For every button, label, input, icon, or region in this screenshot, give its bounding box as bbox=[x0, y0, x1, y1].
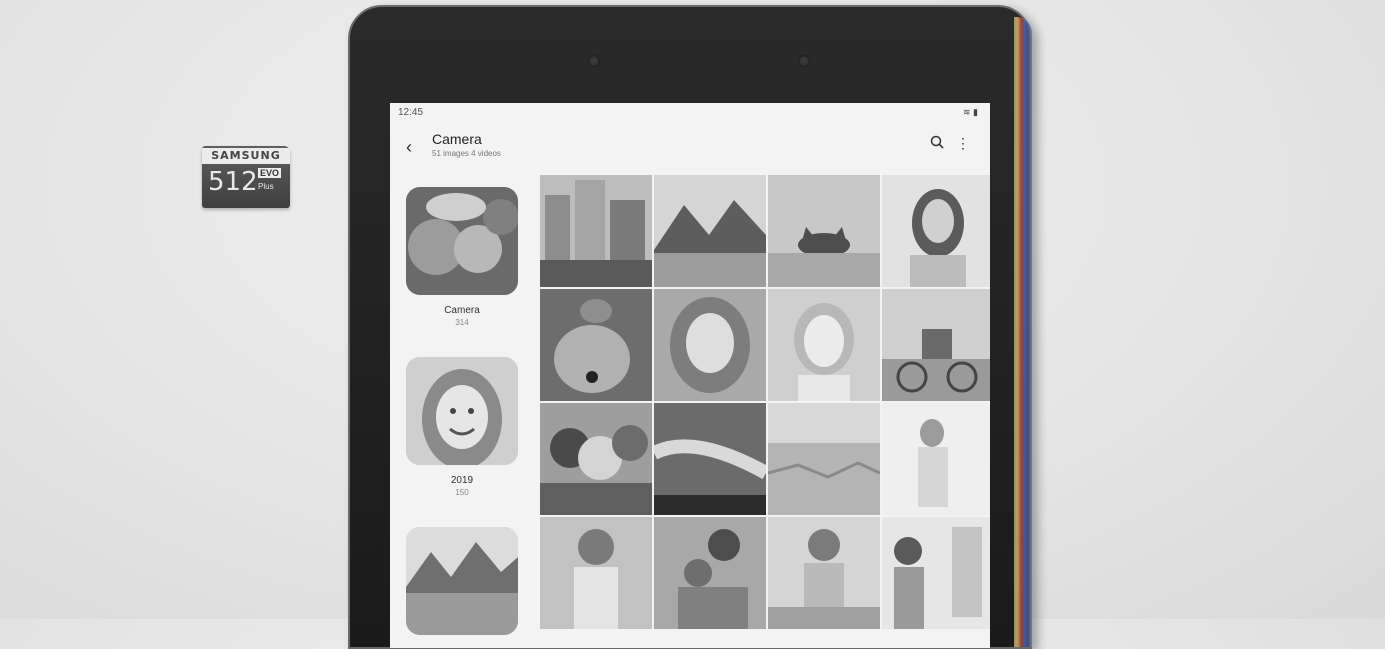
photo-tile[interactable] bbox=[768, 175, 880, 287]
boy-laughing-photo bbox=[540, 517, 652, 629]
mother-child-photo bbox=[654, 517, 766, 629]
girl-photo bbox=[406, 357, 518, 465]
photo-tile[interactable] bbox=[882, 517, 990, 629]
photo-tile[interactable] bbox=[882, 403, 990, 515]
aurora-photo bbox=[654, 403, 766, 515]
album-title: Camera bbox=[432, 131, 482, 147]
friends-selfie-photo bbox=[540, 403, 652, 515]
album-subtitle: 51 images 4 videos bbox=[432, 149, 501, 158]
sdcard-capacity: 512 bbox=[208, 167, 258, 197]
women-window-photo bbox=[882, 517, 990, 629]
sdcard-evo-label: EVO bbox=[258, 168, 282, 178]
status-icons: ≋ ▮ bbox=[963, 107, 978, 118]
photo-tile[interactable] bbox=[882, 175, 990, 287]
girl-beach-photo bbox=[768, 517, 880, 629]
photo-tile[interactable] bbox=[654, 517, 766, 629]
more-options-button[interactable]: ⋮ bbox=[956, 135, 970, 152]
photo-tile[interactable] bbox=[654, 403, 766, 515]
album-count: 150 bbox=[455, 488, 469, 497]
battery-icon: ▮ bbox=[973, 107, 978, 117]
cat-peeking-photo bbox=[768, 175, 880, 287]
tablet-device: 12:45 ≋ ▮ ‹ Camera 51 images 4 videos ⋮ bbox=[348, 5, 1032, 649]
tablet-edge bbox=[1014, 17, 1032, 647]
chevron-left-icon: ‹ bbox=[406, 137, 412, 157]
album-thumbnail bbox=[406, 187, 518, 295]
back-button[interactable]: ‹ bbox=[406, 137, 412, 158]
photo-tile[interactable] bbox=[540, 175, 652, 287]
front-camera bbox=[588, 55, 600, 67]
photo-tile[interactable] bbox=[768, 289, 880, 401]
album-name: Camera bbox=[444, 305, 480, 316]
girl-with-bow-photo bbox=[768, 289, 880, 401]
photo-tile[interactable] bbox=[882, 289, 990, 401]
woman-portrait-photo bbox=[882, 175, 990, 287]
city-street-photo bbox=[540, 175, 652, 287]
photo-tile[interactable] bbox=[768, 517, 880, 629]
album-name: 2019 bbox=[450, 475, 474, 486]
sensor bbox=[798, 55, 810, 67]
status-time: 12:45 bbox=[398, 107, 424, 118]
photo-tile[interactable] bbox=[540, 403, 652, 515]
photo-tile[interactable] bbox=[540, 517, 652, 629]
girl-smiling-photo bbox=[654, 289, 766, 401]
album-2019[interactable]: 2019 150 bbox=[406, 357, 518, 497]
woman-sunlight-photo bbox=[882, 403, 990, 515]
photo-grid bbox=[540, 175, 990, 629]
search-button[interactable] bbox=[930, 135, 944, 149]
gallery-screen: 12:45 ≋ ▮ ‹ Camera 51 images 4 videos ⋮ bbox=[390, 103, 990, 648]
sdcard-class-mark: Plus bbox=[258, 182, 274, 191]
album-third[interactable] bbox=[406, 527, 518, 645]
citrus-photo bbox=[406, 187, 518, 295]
mountain-lake-photo bbox=[654, 175, 766, 287]
photo-tile[interactable] bbox=[768, 403, 880, 515]
sdcard-brand: SAMSUNG bbox=[202, 148, 290, 164]
people-cycling-photo bbox=[882, 289, 990, 401]
search-icon bbox=[930, 135, 944, 149]
more-vert-icon: ⋮ bbox=[956, 135, 970, 151]
microsd-card: SAMSUNG 512 EVO Plus bbox=[202, 146, 290, 208]
album-camera[interactable]: Camera 314 bbox=[406, 187, 518, 327]
album-count: 314 bbox=[455, 318, 469, 327]
ice-field-photo bbox=[768, 403, 880, 515]
photo-tile[interactable] bbox=[654, 175, 766, 287]
wifi-icon: ≋ bbox=[962, 107, 971, 117]
dog-with-cat-photo bbox=[540, 289, 652, 401]
photo-tile[interactable] bbox=[540, 289, 652, 401]
album-thumbnail bbox=[406, 357, 518, 465]
photo-tile[interactable] bbox=[654, 289, 766, 401]
